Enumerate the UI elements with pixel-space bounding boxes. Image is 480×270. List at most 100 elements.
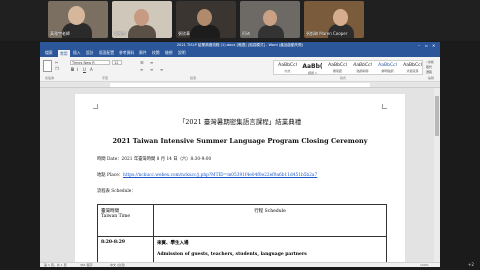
participant-tile[interactable]: 阿琦	[240, 1, 300, 38]
find-label: 尋找	[427, 60, 434, 64]
tab-review[interactable]: 校閱	[152, 50, 160, 56]
paste-button[interactable]	[43, 60, 52, 72]
style-intense-emphasis[interactable]: AaBbCcl 鮮明強調	[375, 62, 400, 75]
participant-name: 張欣華	[178, 31, 190, 36]
replace-button[interactable]: 取代	[426, 65, 432, 69]
col-schedule-header: 行程 Schedule	[153, 204, 387, 237]
language-status[interactable]: 中文 (台灣)	[110, 263, 125, 267]
style-list-paragraph[interactable]: AaBbCcl 清單段落	[400, 62, 425, 75]
ribbon-tabs: 檔案 常用 插入 設計 版面配置 參考資料 郵件 校閱 檢視 說明	[40, 49, 440, 57]
find-button[interactable]: ⌕尋找	[426, 60, 434, 64]
align-right-icon[interactable]: ≡	[160, 67, 163, 72]
doc-schedule-label: 流程表 Schedule：	[97, 189, 136, 194]
cut-icon[interactable]: ✂	[55, 60, 58, 65]
location-label: 地點 Place：	[97, 173, 124, 178]
participant-video	[134, 9, 149, 26]
tab-layout[interactable]: 版面配置	[99, 50, 114, 56]
style-preview: AaBbCcl	[353, 63, 372, 68]
document-page[interactable]: 「2021 臺灣暑期密集語言課程」結業典禮 2021 Taiwan Intens…	[75, 94, 405, 262]
row-schedule-zh: 來賓、學生入場	[157, 241, 189, 246]
styles-gallery: AaBbCcl 內文 AaBb( 標題 1 AaBbCcl 無間距 AaBbCc…	[273, 60, 423, 75]
participant-tile[interactable]: 黃雅宇老師	[48, 1, 108, 38]
col-time-header: 臺灣時間 Taiwan Time	[97, 204, 154, 237]
maximize-icon[interactable]: ▫	[425, 43, 428, 48]
style-name: 強調斜體	[356, 69, 369, 73]
select-button[interactable]: 選取	[426, 70, 432, 74]
tab-help[interactable]: 說明	[178, 50, 186, 56]
schedule-table: 臺灣時間 Taiwan Time 行程 Schedule 8:20-8:29 來…	[97, 204, 387, 262]
group-paragraph-label: 段落	[190, 76, 197, 80]
group-styles-label: 樣式	[340, 76, 347, 80]
margin-mark	[93, 104, 98, 109]
style-name: 鮮明強調	[381, 69, 394, 73]
style-preview: AaBbCcl	[378, 63, 397, 68]
group-clipboard-label: 剪貼簿	[45, 76, 55, 80]
style-no-spacing[interactable]: AaBbCcl 無間距	[325, 62, 350, 75]
style-subtle-emphasis[interactable]: AaBbCcl 強調斜體	[350, 62, 375, 75]
tab-home[interactable]: 常用	[58, 50, 70, 57]
font-name-select[interactable]: Times New R	[70, 60, 110, 65]
doc-title-zh: 「2021 臺灣暑期密集語言課程」結業典禮	[178, 118, 302, 126]
row-time: 8:20-8:29	[97, 236, 154, 262]
align-left-icon[interactable]: ≡	[140, 67, 143, 72]
doc-location: 地點 Place：https://nckucc.webex.com/nckucc…	[97, 172, 317, 178]
participant-tile[interactable]: 張欣華	[176, 1, 236, 38]
share-page-indicator[interactable]: +2	[468, 262, 474, 267]
participant-name: 阿琦	[242, 31, 250, 36]
style-normal[interactable]: AaBbCcl 內文	[275, 62, 300, 75]
tab-view[interactable]: 檢視	[165, 50, 173, 56]
bold-button[interactable]: B	[71, 67, 74, 72]
group-font-label: 字型	[102, 76, 109, 80]
scroll-thumb[interactable]	[435, 96, 439, 136]
tab-design[interactable]: 設計	[86, 50, 94, 56]
participant-video	[190, 25, 220, 38]
style-name: 內文	[284, 69, 291, 73]
style-name: 清單段落	[406, 69, 419, 73]
tab-file[interactable]: 檔案	[45, 50, 53, 56]
font-color-icon[interactable]: A	[90, 67, 93, 72]
margin-mark	[382, 104, 387, 109]
close-icon[interactable]: ✕	[432, 43, 435, 48]
tab-mailings[interactable]: 郵件	[139, 50, 147, 56]
style-heading-1[interactable]: AaBb( 標題 1	[300, 62, 325, 75]
word-count[interactable]: 361 個字	[80, 263, 93, 267]
page-status[interactable]: 第 1 頁，共 1 頁	[44, 263, 67, 267]
italic-button[interactable]: I	[77, 67, 78, 72]
style-preview: AaBb(	[302, 63, 323, 70]
participant-video	[197, 9, 212, 26]
window-titlebar: 2021 TISLP 結業典禮流程 (1).docx [唯讀] [相容模式] -…	[40, 42, 440, 49]
participant-tile[interactable]: 張凱琳 Maren Cooper	[304, 1, 364, 38]
style-name: 無間距	[332, 69, 342, 73]
tab-insert[interactable]: 插入	[73, 50, 81, 56]
bullets-icon[interactable]: ☰	[140, 60, 144, 65]
group-edit-label: 編輯	[428, 76, 435, 80]
copy-icon[interactable]: ❐	[55, 66, 59, 71]
ribbon: ✂ ❐ 剪貼簿 Times New R 12 B I U A 字型 ☰ ≡ ≡ …	[40, 57, 440, 82]
font-size-select[interactable]: 12	[112, 60, 122, 65]
numbering-icon[interactable]: ≡	[150, 60, 153, 65]
tab-references[interactable]: 參考資料	[119, 50, 134, 56]
table-row: 8:20-8:29 來賓、學生入場 Admission of guests, t…	[97, 236, 387, 262]
style-preview: AaBbCcl	[328, 63, 347, 68]
ruler-track	[110, 83, 370, 87]
align-center-icon[interactable]: ≡	[150, 67, 153, 72]
row-schedule-en: Admission of guests, teachers, students,…	[157, 252, 307, 257]
style-name: 標題 1	[308, 71, 317, 75]
participant-video	[68, 6, 85, 25]
zoom-level[interactable]: 100%	[420, 263, 429, 267]
participant-strip: 黃雅宇老師 鄭婉秀 張欣華 阿琦 張凱琳 Maren Cooper	[0, 0, 480, 41]
row-schedule: 來賓、學生入場 Admission of guests, teachers, s…	[153, 236, 387, 262]
participant-tile[interactable]: 鄭婉秀	[112, 1, 172, 38]
doc-title-en: 2021 Taiwan Intensive Summer Language Pr…	[112, 137, 368, 145]
minimize-icon[interactable]: –	[418, 43, 420, 48]
document-area[interactable]: 「2021 臺灣暑期密集語言課程」結業典禮 2021 Taiwan Intens…	[40, 88, 440, 262]
participant-video	[333, 9, 348, 26]
underline-button[interactable]: U	[83, 67, 86, 72]
participant-video	[263, 10, 277, 26]
participant-video	[258, 25, 284, 38]
vertical-scrollbar[interactable]	[434, 88, 440, 262]
webex-link[interactable]: https://nckucc.webex.com/nckucc/j.php?MT…	[123, 173, 317, 178]
style-preview: AaBbCcl	[278, 63, 297, 68]
participant-name: 鄭婉秀	[114, 31, 126, 36]
participant-name: 黃雅宇老師	[50, 31, 70, 36]
